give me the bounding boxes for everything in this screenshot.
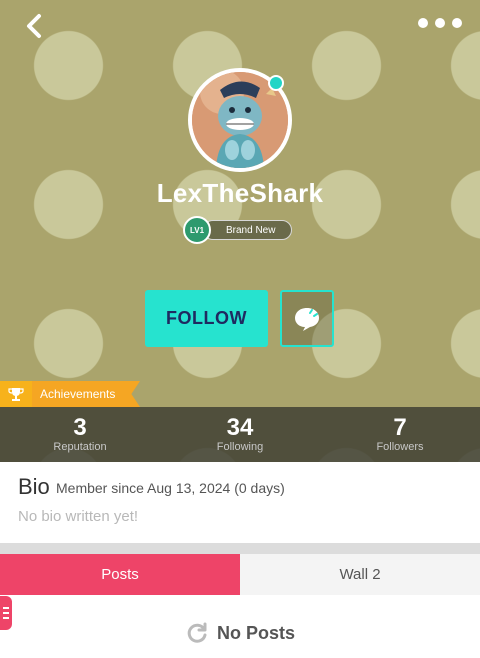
level-indicator[interactable]: LV1 Brand New: [183, 216, 293, 244]
menu-lines-icon: [3, 607, 9, 609]
bio-title: Bio: [18, 474, 50, 499]
tab-posts[interactable]: Posts: [0, 554, 240, 595]
more-dots-icon: [418, 18, 428, 28]
posts-list: No Posts: [0, 595, 480, 658]
achievements-banner[interactable]: Achievements: [0, 381, 140, 407]
chat-button[interactable]: [280, 290, 334, 347]
online-status-indicator: [268, 75, 284, 91]
stat-label: Reputation: [53, 441, 107, 453]
profile-header: LexTheShark LV1 Brand New FOLLOW Achieve…: [0, 0, 480, 462]
refresh-icon[interactable]: [185, 621, 209, 645]
side-menu-tab[interactable]: [0, 596, 12, 630]
profile-tabs: Posts Wall 2: [0, 554, 480, 595]
stats-bar: 3 Reputation 34 Following 7 Followers: [0, 407, 480, 462]
stat-value: 34: [226, 414, 254, 441]
level-title: Brand New: [203, 220, 293, 240]
stat-label: Followers: [376, 441, 424, 453]
chat-bubble-icon: [295, 307, 319, 331]
stat-value: 7: [393, 414, 407, 441]
section-divider: [0, 543, 480, 554]
more-options-button[interactable]: [418, 10, 462, 36]
empty-state-label: No Posts: [216, 622, 295, 643]
username: LexTheShark: [156, 178, 324, 208]
stat-followers[interactable]: 7 Followers: [320, 407, 480, 462]
bio-text: No bio written yet!: [18, 508, 139, 525]
trophy-icon: [8, 388, 24, 401]
bio-card: Bio Member since Aug 13, 2024 (0 days) N…: [0, 462, 480, 543]
stat-reputation[interactable]: 3 Reputation: [0, 407, 160, 462]
follow-button[interactable]: FOLLOW: [145, 290, 268, 347]
member-since: Member since Aug 13, 2024 (0 days): [56, 480, 285, 496]
tab-wall[interactable]: Wall 2: [240, 554, 480, 595]
empty-state: No Posts: [0, 621, 480, 645]
stat-following[interactable]: 34 Following: [160, 407, 320, 462]
stat-label: Following: [216, 441, 264, 453]
back-button[interactable]: [18, 10, 50, 42]
stat-value: 3: [73, 414, 87, 441]
achievements-label: Achievements: [32, 381, 140, 407]
chevron-left-icon: [27, 14, 41, 38]
level-badge: LV1: [183, 216, 211, 244]
